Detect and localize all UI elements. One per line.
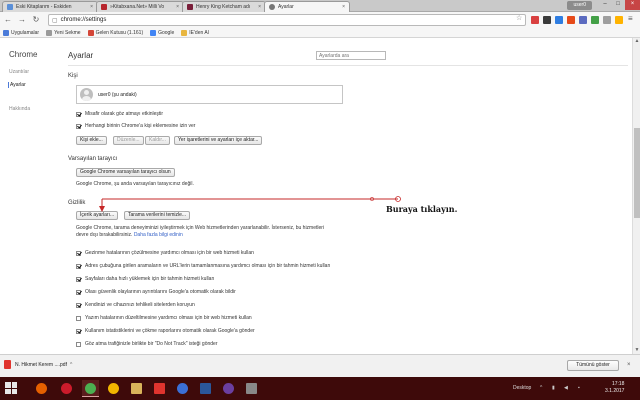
windows-taskbar: Desktop ^ ▮ ◀ ▪ 17:18 3.1.2017 [0, 377, 640, 400]
folder-icon [131, 383, 142, 394]
acrobat-icon [154, 383, 165, 394]
firefox-icon [36, 383, 47, 394]
chevron-up-icon[interactable]: ^ [70, 362, 72, 368]
taskbar-app-word[interactable] [197, 380, 214, 397]
word-icon [200, 383, 211, 394]
taskbar-app-chrome-active[interactable] [82, 380, 99, 397]
taskbar-app-chrome[interactable] [105, 380, 122, 397]
taskbar-app-opera[interactable] [58, 380, 75, 397]
show-all-downloads-button[interactable]: Tümünü göster [567, 360, 619, 371]
download-filename: N. Hikmet Kerem ....pdf [15, 361, 67, 368]
clock-date: 3.1.2017 [605, 388, 625, 394]
page-scrollbar[interactable]: ▲ ▼ [632, 38, 640, 354]
taskbar-app-acrobat[interactable] [151, 380, 168, 397]
annotation-label: Buraya tıklayın. [386, 204, 458, 214]
chrome-icon [85, 382, 96, 394]
tab-label: Ayarlar [278, 4, 294, 10]
taskbar-app-tool[interactable] [243, 380, 260, 397]
gear-icon [269, 4, 275, 10]
start-button[interactable] [5, 382, 17, 394]
media-icon [177, 383, 188, 394]
pdf-icon [4, 360, 11, 369]
opera-icon [61, 383, 72, 394]
download-shelf: N. Hikmet Kerem ....pdf ^ Tümünü göster … [0, 354, 640, 377]
system-clock[interactable]: 17:18 3.1.2017 [605, 381, 624, 395]
volume-icon[interactable]: ◀ [564, 385, 568, 391]
scroll-thumb[interactable] [634, 128, 640, 218]
chevron-up-icon[interactable]: ^ [540, 385, 542, 391]
taskbar-app-files[interactable] [128, 380, 145, 397]
network-icon[interactable]: ▮ [552, 385, 555, 391]
clock-time: 17:18 [611, 381, 625, 387]
scroll-down-icon[interactable]: ▼ [633, 347, 640, 354]
taskbar-app-firefox[interactable] [33, 380, 50, 397]
language-icon[interactable]: ▪ [578, 385, 580, 391]
close-shelf-icon[interactable]: × [627, 362, 631, 368]
close-tab-icon[interactable]: × [342, 4, 345, 10]
taskbar-app-media[interactable] [174, 380, 191, 397]
download-item[interactable]: N. Hikmet Kerem ....pdf ^ [4, 360, 72, 369]
annotation-arrow [99, 196, 401, 212]
tool-icon [246, 383, 257, 394]
tab-ayarlar[interactable]: Ayarlar × [264, 1, 350, 12]
taskbar-app-calibre[interactable] [220, 380, 237, 397]
desktop-toolbar-label[interactable]: Desktop [513, 385, 531, 391]
calibre-icon [223, 383, 234, 394]
scroll-up-icon[interactable]: ▲ [633, 38, 640, 45]
chrome-icon [108, 383, 119, 394]
